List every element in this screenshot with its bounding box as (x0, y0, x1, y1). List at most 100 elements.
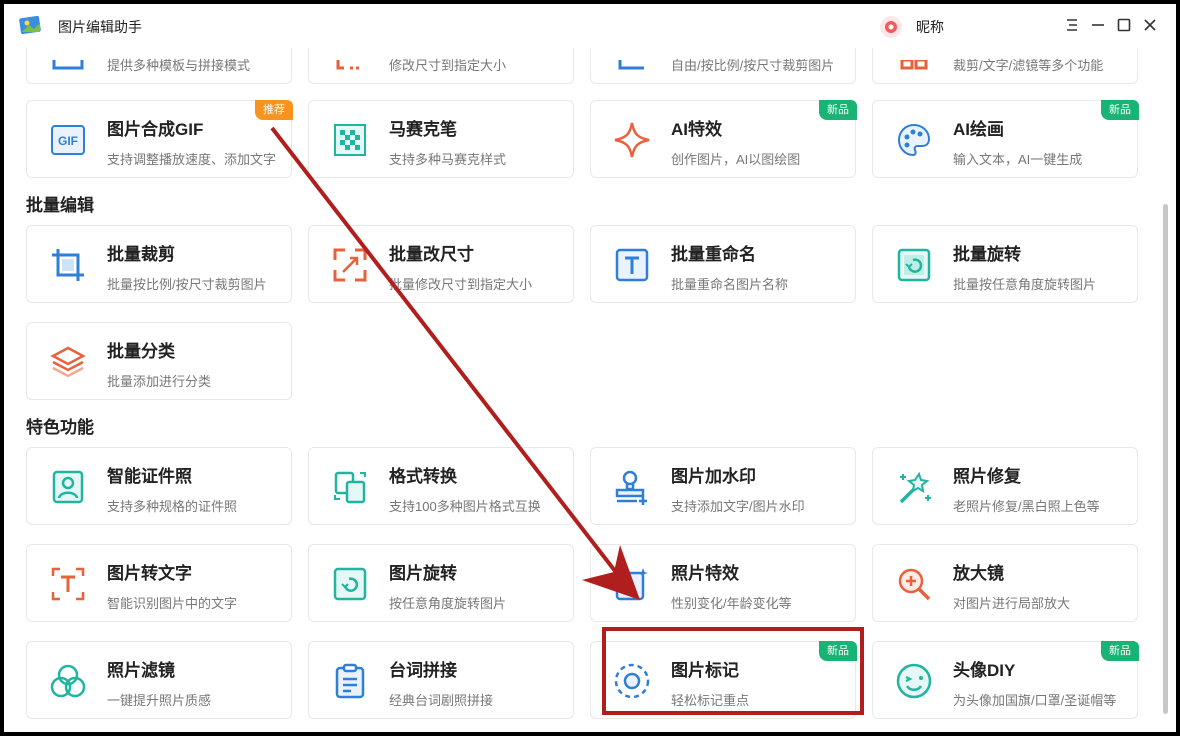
tool-desc: 支持添加文字/图片水印 (671, 499, 805, 514)
tool-title: 批量分类 (107, 342, 175, 361)
tool-desc: 为头像加国旗/口罩/圣诞帽等 (953, 693, 1117, 708)
tool-desc: 轻松标记重点 (671, 693, 750, 708)
tool-card-crop[interactable]: 自由/按比例/按尺寸裁剪图片 (590, 48, 856, 84)
tool-card-ai-paint[interactable]: AI绘画 输入文本，AI一键生成 新品 (872, 100, 1139, 178)
tool-title: 照片特效 (671, 564, 739, 583)
tool-desc: 创作图片，AI以图绘图 (671, 152, 801, 167)
app-window: 图片编辑助手 昵称 提供多种模板与拼接模式 修改尺寸到指定大小 自由/按比例/按… (4, 4, 1176, 732)
tool-desc: 按任意角度旋转图片 (389, 596, 507, 611)
resize-icon (329, 245, 371, 285)
tool-desc: 自由/按比例/按尺寸裁剪图片 (671, 58, 835, 73)
ocr-icon (47, 564, 89, 604)
smiley-icon (893, 661, 935, 701)
tool-card-magnifier[interactable]: 放大镜 对图片进行局部放大 (872, 544, 1138, 622)
convert-icon (329, 467, 371, 507)
tool-card-lines-stitch[interactable]: 台词拼接 经典台词剧照拼接 (308, 641, 574, 719)
tool-card-collage[interactable]: 提供多种模板与拼接模式 (26, 48, 292, 84)
tool-desc: 智能识别图片中的文字 (107, 596, 238, 611)
title-bar: 图片编辑助手 昵称 (4, 4, 1176, 48)
crop-icon (47, 245, 89, 285)
tool-title: 格式转换 (389, 467, 457, 486)
tool-desc: 批量重命名图片名称 (671, 277, 789, 292)
tool-card-id-photo[interactable]: 智能证件照 支持多种规格的证件照 (26, 447, 292, 525)
tool-card-image-mark[interactable]: 图片标记 轻松标记重点 新品 (590, 641, 857, 719)
mark-circle-icon (611, 661, 653, 701)
palette-icon (893, 120, 935, 160)
avatar[interactable] (880, 16, 902, 38)
tool-desc: 批量修改尺寸到指定大小 (389, 277, 533, 292)
section-title-feature: 特色功能 (26, 418, 94, 437)
mosaic-icon (329, 120, 371, 160)
user-name[interactable]: 昵称 (916, 17, 944, 37)
tool-title: 照片修复 (953, 467, 1021, 486)
new-badge: 新品 (819, 641, 857, 661)
tool-title: 马赛克笔 (389, 120, 457, 139)
tool-card-mosaic[interactable]: 马赛克笔 支持多种马赛克样式 (308, 100, 574, 178)
tool-card-gif[interactable]: GIF 图片合成GIF 支持调整播放速度、添加文字 推荐 (26, 100, 293, 178)
tool-title: 头像DIY (953, 661, 1016, 680)
minimize-icon[interactable] (1088, 15, 1108, 35)
tool-title: AI绘画 (953, 120, 1004, 139)
tool-desc: 老照片修复/黑白照上色等 (953, 499, 1100, 514)
tool-desc: 一键提升照片质感 (107, 693, 212, 708)
text-t-icon (611, 245, 653, 285)
maximize-icon[interactable] (1114, 15, 1134, 35)
resize-icon (329, 48, 371, 87)
photo-effect-icon (611, 564, 653, 604)
tool-card-batch-rename[interactable]: 批量重命名 批量重命名图片名称 (590, 225, 856, 303)
tool-card-batch-rotate[interactable]: 批量旋转 批量按任意角度旋转图片 (872, 225, 1138, 303)
tool-card-batch-crop[interactable]: 批量裁剪 批量按比例/按尺寸裁剪图片 (26, 225, 292, 303)
section-title-batch: 批量编辑 (26, 196, 94, 215)
tool-card-batch-classify[interactable]: 批量分类 批量添加进行分类 (26, 322, 292, 400)
close-icon[interactable] (1140, 15, 1160, 35)
tool-desc: 对图片进行局部放大 (953, 596, 1071, 611)
tool-desc: 批量添加进行分类 (107, 374, 212, 389)
app-logo-icon (18, 14, 44, 36)
tool-desc: 支持多种规格的证件照 (107, 499, 238, 514)
editor-icon (893, 48, 935, 87)
tool-card-ocr[interactable]: 图片转文字 智能识别图片中的文字 (26, 544, 292, 622)
tool-title: 图片旋转 (389, 564, 457, 583)
svg-text:GIF: GIF (58, 134, 78, 148)
new-badge: 新品 (1101, 100, 1139, 120)
tool-card-avatar-diy[interactable]: 头像DIY 为头像加国旗/口罩/圣诞帽等 新品 (872, 641, 1139, 719)
tool-card-resize[interactable]: 修改尺寸到指定大小 (308, 48, 574, 84)
tool-desc: 裁剪/文字/滤镜等多个功能 (953, 58, 1104, 73)
tool-title: AI特效 (671, 120, 722, 139)
tool-desc: 批量按比例/按尺寸裁剪图片 (107, 277, 267, 292)
magic-wand-icon (893, 467, 935, 507)
tool-card-watermark[interactable]: 图片加水印 支持添加文字/图片水印 (590, 447, 856, 525)
tool-title: 照片滤镜 (107, 661, 175, 680)
collage-icon (47, 48, 89, 87)
tool-title: 批量重命名 (671, 245, 756, 264)
rotate-image-icon (329, 564, 371, 604)
tool-title: 放大镜 (953, 564, 1004, 583)
sparkle-icon (611, 120, 653, 160)
vertical-scrollbar[interactable] (1163, 204, 1168, 714)
tool-desc: 支持100多种图片格式互换 (389, 499, 541, 514)
tool-card-image-rotate[interactable]: 图片旋转 按任意角度旋转图片 (308, 544, 574, 622)
stamp-icon (611, 467, 653, 507)
tool-desc: 支持多种马赛克样式 (389, 152, 507, 167)
tool-title: 批量旋转 (953, 245, 1021, 264)
tool-desc: 支持调整播放速度、添加文字 (107, 152, 277, 167)
tool-card-format-convert[interactable]: 格式转换 支持100多种图片格式互换 (308, 447, 574, 525)
rotate-icon (893, 245, 935, 285)
menu-icon[interactable] (1062, 15, 1082, 35)
tool-title: 批量裁剪 (107, 245, 175, 264)
tool-title: 智能证件照 (107, 467, 192, 486)
tool-card-ai-effect[interactable]: AI特效 创作图片，AI以图绘图 新品 (590, 100, 857, 178)
layers-icon (47, 342, 89, 382)
tool-title: 台词拼接 (389, 661, 457, 680)
tool-card-batch-resize[interactable]: 批量改尺寸 批量修改尺寸到指定大小 (308, 225, 574, 303)
tool-desc: 修改尺寸到指定大小 (389, 58, 507, 73)
tool-title: 图片合成GIF (107, 120, 204, 139)
crop-icon (611, 48, 653, 87)
tool-card-photo-effect[interactable]: 照片特效 性别变化/年龄变化等 (590, 544, 856, 622)
gif-icon: GIF (47, 120, 89, 160)
tool-card-photo-repair[interactable]: 照片修复 老照片修复/黑白照上色等 (872, 447, 1138, 525)
new-badge: 新品 (1101, 641, 1139, 661)
tool-card-editor[interactable]: 裁剪/文字/滤镜等多个功能 (872, 48, 1138, 84)
magnifier-icon (893, 564, 935, 604)
tool-card-photo-filter[interactable]: 照片滤镜 一键提升照片质感 (26, 641, 292, 719)
